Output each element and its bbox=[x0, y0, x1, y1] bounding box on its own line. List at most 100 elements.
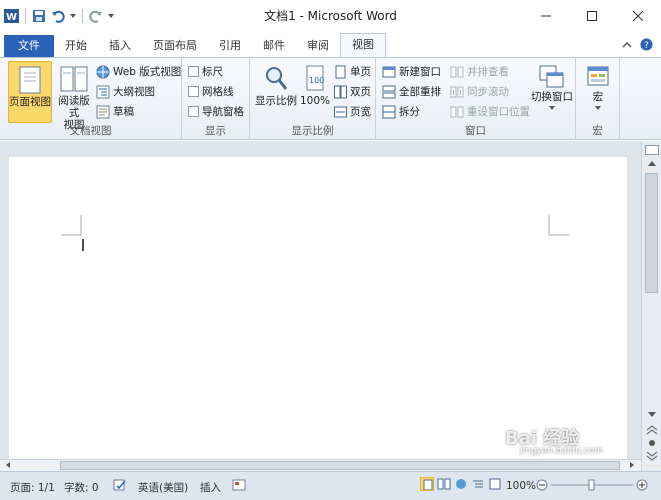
page-count[interactable]: 页面: 1/1 bbox=[10, 480, 55, 495]
one-page-button[interactable]: 单页 bbox=[334, 64, 371, 79]
horizontal-scrollbar[interactable] bbox=[0, 459, 641, 471]
switch-windows-button[interactable]: 切换窗口 bbox=[530, 61, 574, 123]
scroll-left-icon bbox=[6, 462, 10, 468]
proofing-icon[interactable] bbox=[113, 478, 127, 492]
maximize-icon bbox=[587, 11, 597, 21]
group-label-window: 窗口 bbox=[465, 125, 486, 137]
page-view-button[interactable]: 页面视图 bbox=[8, 61, 52, 123]
maximize-button[interactable] bbox=[569, 0, 615, 32]
redo-icon[interactable] bbox=[88, 8, 104, 24]
reading-view-button[interactable]: 阅读版式 视图 bbox=[54, 61, 94, 131]
vertical-scroll-thumb[interactable] bbox=[645, 173, 658, 293]
word-logo-icon[interactable]: W bbox=[4, 8, 20, 24]
one-page-label: 单页 bbox=[350, 66, 371, 78]
web-layout-icon[interactable] bbox=[454, 477, 468, 491]
macros-icon bbox=[587, 66, 609, 86]
customize-qat-icon[interactable] bbox=[107, 8, 115, 24]
zoom-button[interactable]: 显示比例 bbox=[254, 61, 298, 123]
web-view-icon bbox=[96, 65, 110, 78]
group-document-views: 页面视图 阅读版式 视图 Web 版式视图 大纲视图 草稿 文档视图 bbox=[0, 58, 182, 140]
sync-scroll-button[interactable]: 同步滚动 bbox=[450, 84, 509, 99]
print-layout-view-icon[interactable] bbox=[420, 477, 434, 491]
zoom-100-button[interactable]: 100 100% bbox=[300, 61, 330, 123]
minimize-button[interactable] bbox=[523, 0, 569, 32]
gridlines-checkbox[interactable]: 网格线 bbox=[188, 84, 234, 99]
gridlines-label: 网格线 bbox=[202, 86, 234, 98]
zoom-label: 显示比例 bbox=[255, 95, 297, 107]
insert-mode-indicator[interactable]: 插入 bbox=[200, 480, 221, 495]
scroll-down-icon bbox=[648, 412, 656, 417]
qat-divider bbox=[82, 9, 83, 23]
zoom-out-icon[interactable] bbox=[536, 479, 548, 491]
reset-window-position-button[interactable]: 重设窗口位置 bbox=[450, 104, 530, 119]
zoom-level[interactable]: 100% bbox=[506, 480, 536, 492]
tab-file[interactable]: 文件 bbox=[4, 35, 54, 57]
outline-icon[interactable] bbox=[471, 477, 485, 491]
sync-scroll-label: 同步滚动 bbox=[467, 86, 509, 98]
group-window: 新建窗口 全部重排 拆分 并排查看 同步滚动 重设窗口位置 切换窗口 窗口 bbox=[376, 58, 576, 140]
draft-icon[interactable] bbox=[488, 477, 502, 491]
macro-record-icon[interactable] bbox=[232, 478, 246, 492]
switch-windows-icon bbox=[539, 65, 564, 88]
macros-button[interactable]: 宏 bbox=[580, 61, 616, 123]
tab-page-layout[interactable]: 页面布局 bbox=[142, 35, 208, 57]
help-icon[interactable]: ? bbox=[640, 38, 653, 54]
group-label-zoom: 显示比例 bbox=[291, 125, 334, 137]
one-page-icon bbox=[335, 65, 346, 78]
vertical-scrollbar[interactable] bbox=[641, 141, 661, 471]
tab-home[interactable]: 开始 bbox=[54, 35, 98, 57]
close-button[interactable] bbox=[615, 0, 661, 32]
side-by-side-button[interactable]: 并排查看 bbox=[450, 64, 509, 79]
tab-references[interactable]: 引用 bbox=[208, 35, 252, 57]
gridlines-check-icon bbox=[188, 86, 199, 97]
minimize-ribbon-icon[interactable] bbox=[622, 40, 632, 53]
document-page[interactable] bbox=[9, 157, 627, 459]
svg-text:?: ? bbox=[644, 41, 649, 51]
group-label-macros: 宏 bbox=[592, 125, 603, 137]
tab-view[interactable]: 视图 bbox=[340, 33, 386, 57]
sync-scroll-icon bbox=[450, 86, 464, 97]
word-count[interactable]: 字数: 0 bbox=[64, 480, 99, 495]
horizontal-scroll-thumb[interactable] bbox=[60, 461, 620, 470]
group-label-document-views: 文档视图 bbox=[69, 125, 112, 137]
ruler-label: 标尺 bbox=[202, 66, 223, 78]
outline-view-label: 大纲视图 bbox=[113, 86, 155, 98]
save-icon[interactable] bbox=[31, 8, 47, 24]
tab-mailings[interactable]: 邮件 bbox=[252, 35, 296, 57]
full-screen-reading-icon[interactable] bbox=[437, 477, 451, 491]
page-width-button[interactable]: 页宽 bbox=[334, 104, 371, 119]
page-view-icon bbox=[19, 66, 41, 94]
svg-text:W: W bbox=[6, 12, 17, 23]
zoom-slider[interactable] bbox=[551, 479, 633, 491]
page-width-icon bbox=[334, 106, 347, 117]
arrange-all-icon bbox=[382, 85, 396, 98]
group-label-show: 显示 bbox=[205, 125, 226, 137]
split-button[interactable]: 拆分 bbox=[382, 104, 420, 119]
tab-review[interactable]: 审阅 bbox=[296, 35, 340, 57]
new-window-button[interactable]: 新建窗口 bbox=[382, 64, 441, 79]
nav-pane-check-icon bbox=[188, 106, 199, 117]
arrange-all-button[interactable]: 全部重排 bbox=[382, 84, 441, 99]
zoom-in-icon[interactable] bbox=[636, 479, 648, 491]
draft-view-label: 草稿 bbox=[113, 106, 134, 118]
page-view-label: 页面视图 bbox=[9, 96, 51, 108]
select-browse-object-icon bbox=[649, 440, 655, 446]
ribbon-view: 页面视图 阅读版式 视图 Web 版式视图 大纲视图 草稿 文档视图 标尺 网格… bbox=[0, 57, 661, 140]
side-by-side-label: 并排查看 bbox=[467, 66, 509, 78]
ruler-checkbox[interactable]: 标尺 bbox=[188, 64, 223, 79]
close-icon bbox=[633, 11, 643, 21]
outline-view-button[interactable]: 大纲视图 bbox=[96, 84, 155, 99]
page-margin-marks bbox=[61, 215, 569, 251]
two-pages-label: 双页 bbox=[350, 86, 371, 98]
undo-icon[interactable] bbox=[50, 8, 66, 24]
undo-dropdown-icon[interactable] bbox=[69, 8, 77, 24]
group-show: 标尺 网格线 导航窗格 显示 bbox=[182, 58, 250, 140]
web-view-button[interactable]: Web 版式视图 bbox=[96, 64, 181, 79]
tab-insert[interactable]: 插入 bbox=[98, 35, 142, 57]
nav-pane-checkbox[interactable]: 导航窗格 bbox=[188, 104, 244, 119]
draft-view-button[interactable]: 草稿 bbox=[96, 104, 134, 119]
language-indicator[interactable]: 英语(美国) bbox=[138, 480, 188, 495]
two-pages-button[interactable]: 双页 bbox=[334, 84, 371, 99]
split-label: 拆分 bbox=[399, 106, 420, 118]
ruler-toggle-icon bbox=[645, 145, 659, 155]
